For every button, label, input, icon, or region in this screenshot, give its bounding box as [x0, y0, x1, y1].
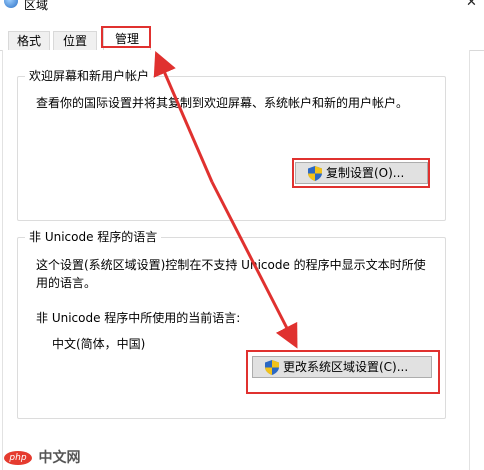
- tab-format[interactable]: 格式: [8, 31, 50, 50]
- welcome-description: 查看你的国际设置并将其复制到欢迎屏幕、系统帐户和新的用户帐户。: [36, 96, 409, 110]
- copy-settings-label: 复制设置(O)...: [326, 166, 405, 180]
- welcome-group-title: 欢迎屏幕和新用户帐户: [25, 69, 154, 83]
- change-system-locale-button[interactable]: 更改系统区域设置(C)...: [252, 356, 432, 378]
- title-bar: 区域 ✕: [0, 0, 484, 22]
- copy-settings-button[interactable]: 复制设置(O)...: [295, 162, 428, 184]
- tab-highlight-box: [101, 26, 151, 48]
- non-unicode-group-title: 非 Unicode 程序的语言: [25, 230, 162, 244]
- window-title: 区域: [24, 0, 49, 12]
- php-logo: php: [4, 451, 32, 465]
- close-icon[interactable]: ✕: [466, 0, 477, 10]
- current-language-value: 中文(简体，中国): [52, 337, 146, 351]
- watermark: php 中文网: [4, 448, 80, 468]
- region-app-icon: [4, 0, 18, 8]
- shield-icon: [265, 360, 279, 375]
- non-unicode-description: 这个设置(系统区域设置)控制在不支持 Unicode 的程序中显示文本时所使用的…: [36, 258, 426, 290]
- shield-icon: [308, 166, 322, 181]
- watermark-text: 中文网: [38, 450, 81, 466]
- change-system-locale-label: 更改系统区域设置(C)...: [283, 360, 409, 374]
- current-language-label: 非 Unicode 程序中所使用的当前语言:: [36, 311, 241, 325]
- tab-location[interactable]: 位置: [53, 31, 97, 50]
- tab-bar: 格式 位置 管理: [0, 26, 484, 51]
